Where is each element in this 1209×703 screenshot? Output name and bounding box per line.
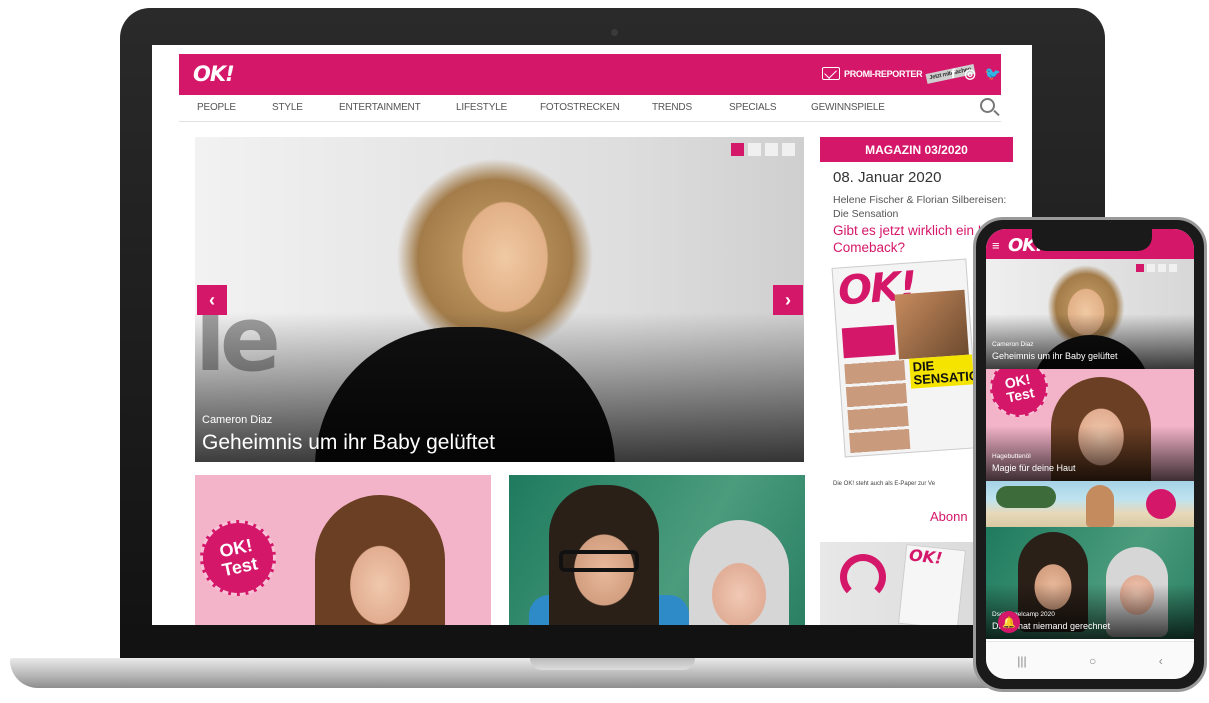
mobile-teaser-card[interactable]: OK! Test Hagebuttenöl Magie für deine Ha… — [986, 369, 1194, 481]
main-nav: PEOPLE STYLE ENTERTAINMENT LIFESTYLE FOT… — [179, 95, 1001, 122]
nav-item-fotostrecken[interactable]: FOTOSTRECKEN — [540, 102, 620, 113]
cover-photo — [894, 289, 969, 360]
ok-test-label: OK! Test — [217, 535, 260, 581]
nav-item-people[interactable]: PEOPLE — [197, 102, 236, 113]
envelope-icon — [822, 67, 840, 80]
bell-icon[interactable]: 🔔 — [998, 611, 1020, 633]
nav-item-specials[interactable]: SPECIALS — [729, 102, 777, 113]
phone-notch — [1032, 229, 1152, 251]
cover-red-box — [841, 324, 896, 359]
mobile-hero-card[interactable]: Cameron Diaz Geheimnis um ihr Baby gelüf… — [986, 257, 1194, 369]
cover-photo-grid — [844, 359, 911, 454]
webcam — [611, 29, 618, 36]
hero-title[interactable]: Geheimnis um ihr Baby gelüftet — [202, 431, 495, 455]
subscribe-link[interactable]: Abonn — [930, 509, 968, 524]
site-logo[interactable]: OK! — [193, 62, 235, 86]
mobile-teaser-card[interactable] — [986, 481, 1194, 527]
desktop-screen: OK! PROMI-REPORTER Jetzt mitmachen f ◎ 🐦… — [152, 45, 1032, 625]
search-icon[interactable] — [980, 98, 995, 113]
hero-kicker: Cameron Diaz — [202, 414, 273, 426]
mobile-screen: Cameron Diaz Geheimnis um ihr Baby gelüf… — [986, 229, 1194, 679]
hero-slider[interactable]: le ‹ › Cameron Diaz Geheimnis um ihr Bab… — [195, 137, 804, 462]
mobile-card-kicker: Cameron Diaz — [992, 341, 1034, 348]
android-nav-bar: ||| ○ ‹ — [986, 641, 1194, 679]
mobile-slider-dots — [1136, 264, 1177, 272]
teaser-card[interactable]: OK! Test — [195, 475, 491, 625]
slider-prev-button[interactable]: ‹ — [197, 285, 227, 315]
facebook-icon[interactable]: f — [951, 66, 955, 82]
slider-dot[interactable] — [1147, 264, 1155, 272]
top-bar: OK! PROMI-REPORTER Jetzt mitmachen f ◎ 🐦… — [179, 54, 1019, 95]
epaper-note: Die OK! steht auch als E-Paper zur Ve — [833, 481, 936, 487]
nav-item-entertainment[interactable]: ENTERTAINMENT — [339, 102, 421, 113]
laptop-notch — [530, 658, 695, 670]
slider-dot[interactable] — [1169, 264, 1177, 272]
magazine-cover[interactable]: OK! DIE SENSATION — [831, 258, 980, 458]
nav-item-lifestyle[interactable]: LIFESTYLE — [456, 102, 507, 113]
nav-item-trends[interactable]: TRENDS — [652, 102, 692, 113]
mobile-teaser-card[interactable]: Dschungelcamp 2020 Damit hat niemand ger… — [986, 527, 1194, 639]
slider-next-button[interactable]: › — [773, 285, 803, 315]
teaser-photo — [315, 495, 445, 625]
magazine-teaser: Helene Fischer & Florian Silbereisen: Di… — [833, 194, 1007, 220]
headphones-icon — [840, 554, 886, 600]
pinterest-icon[interactable]: P — [1010, 66, 1019, 82]
instagram-icon[interactable]: ◎ — [964, 66, 975, 82]
ok-test-label: OK! Test — [1003, 370, 1036, 406]
device-mockup: OK! PROMI-REPORTER Jetzt mitmachen f ◎ 🐦… — [0, 0, 1209, 703]
mobile-card-title: Magie für deine Haut — [992, 463, 1076, 473]
slider-dot[interactable] — [782, 143, 795, 156]
twitter-icon[interactable]: 🐦 — [985, 66, 1001, 82]
magazine-header[interactable]: MAGAZIN 03/2020 — [820, 137, 1013, 162]
slider-dot[interactable] — [731, 143, 744, 156]
teaser-photo-person — [689, 520, 789, 625]
slider-dots — [731, 143, 795, 156]
ok-test-badge: OK! Test — [195, 512, 284, 604]
recent-apps-icon[interactable]: ||| — [1017, 654, 1026, 668]
slider-dot[interactable] — [1136, 264, 1144, 272]
slider-dot[interactable] — [748, 143, 761, 156]
cover-sensation: DIE SENSATION — [909, 353, 980, 389]
mini-cover-logo: OK! — [908, 545, 944, 568]
mobile-card-title: Geheimnis um ihr Baby gelüftet — [992, 351, 1118, 361]
mini-cover: OK! — [897, 544, 967, 625]
menu-icon[interactable]: ≡ — [992, 238, 1000, 253]
ok-test-badge: OK! Test — [986, 369, 1054, 423]
magazine-date: 08. Januar 2020 — [833, 169, 942, 186]
social-links: f ◎ 🐦 P — [951, 66, 1019, 82]
back-icon[interactable]: ‹ — [1159, 654, 1163, 668]
mobile-card-kicker: Hagebuttenöl — [992, 453, 1031, 460]
palm-trees — [996, 486, 1056, 508]
nav-item-gewinnspiele[interactable]: GEWINNSPIELE — [811, 102, 885, 113]
home-icon[interactable]: ○ — [1089, 654, 1096, 668]
slider-dot[interactable] — [765, 143, 778, 156]
slider-dot[interactable] — [1158, 264, 1166, 272]
glasses-shape — [559, 550, 639, 572]
teaser-card[interactable] — [509, 475, 805, 625]
beach-person — [1086, 485, 1114, 527]
promi-reporter-label: PROMI-REPORTER — [844, 68, 923, 79]
nav-item-style[interactable]: STYLE — [272, 102, 303, 113]
teaser-badge — [1146, 489, 1176, 519]
